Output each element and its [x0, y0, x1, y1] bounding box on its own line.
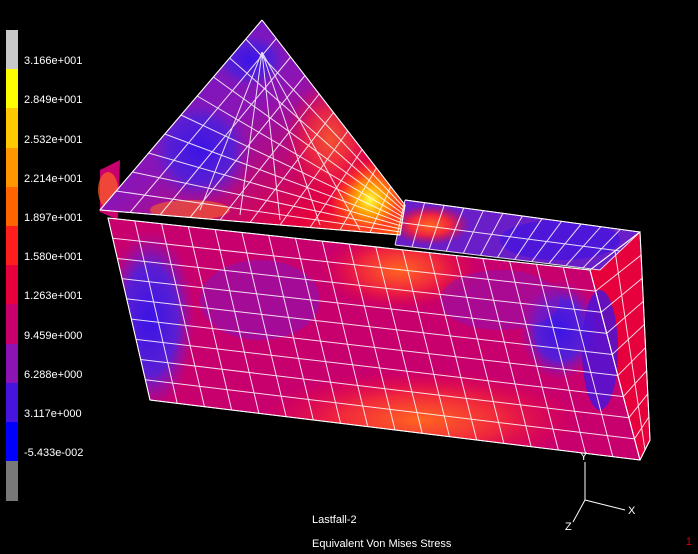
legend-label: 2.214e+001: [24, 172, 83, 185]
legend-label: 6.288e+000: [24, 368, 83, 381]
legend-swatch: [6, 30, 18, 70]
fem-viewport[interactable]: X Y Z: [0, 0, 698, 554]
load-case-label: Lastfall-2: [312, 514, 357, 526]
result-type-label: Equivalent Von Mises Stress: [312, 538, 452, 550]
legend-label: 2.849e+001: [24, 94, 83, 107]
legend-label: 3.166e+001: [24, 55, 83, 68]
axis-x-label: X: [628, 505, 636, 517]
legend-label: 1.580e+001: [24, 251, 83, 264]
legend-swatch: [6, 226, 18, 266]
legend-label: 3.117e+000: [24, 408, 82, 420]
legend-swatch: [6, 108, 18, 149]
legend-swatch: [6, 186, 18, 227]
legend-label: -5.433e-002: [24, 447, 84, 460]
legend-swatch: [6, 265, 18, 305]
legend-swatch: [6, 422, 18, 462]
legend-label: 9.459e+000: [24, 329, 83, 342]
legend-swatch: [6, 461, 18, 501]
axis-y-label: Y: [580, 451, 588, 463]
legend-swatch: [6, 343, 18, 384]
legend-swatch: [6, 69, 18, 109]
legend-label: 2.532e+001: [24, 133, 83, 146]
axis-z-label: Z: [565, 521, 572, 533]
legend-label: 1.263e+001: [24, 290, 83, 303]
axis-triad[interactable]: [572, 462, 626, 523]
legend-label: 1.897e+001: [24, 212, 83, 224]
legend-swatch: [6, 147, 18, 188]
viewport-number: 1: [685, 536, 692, 548]
legend-swatch: [6, 382, 18, 423]
legend-swatch: [6, 304, 18, 345]
